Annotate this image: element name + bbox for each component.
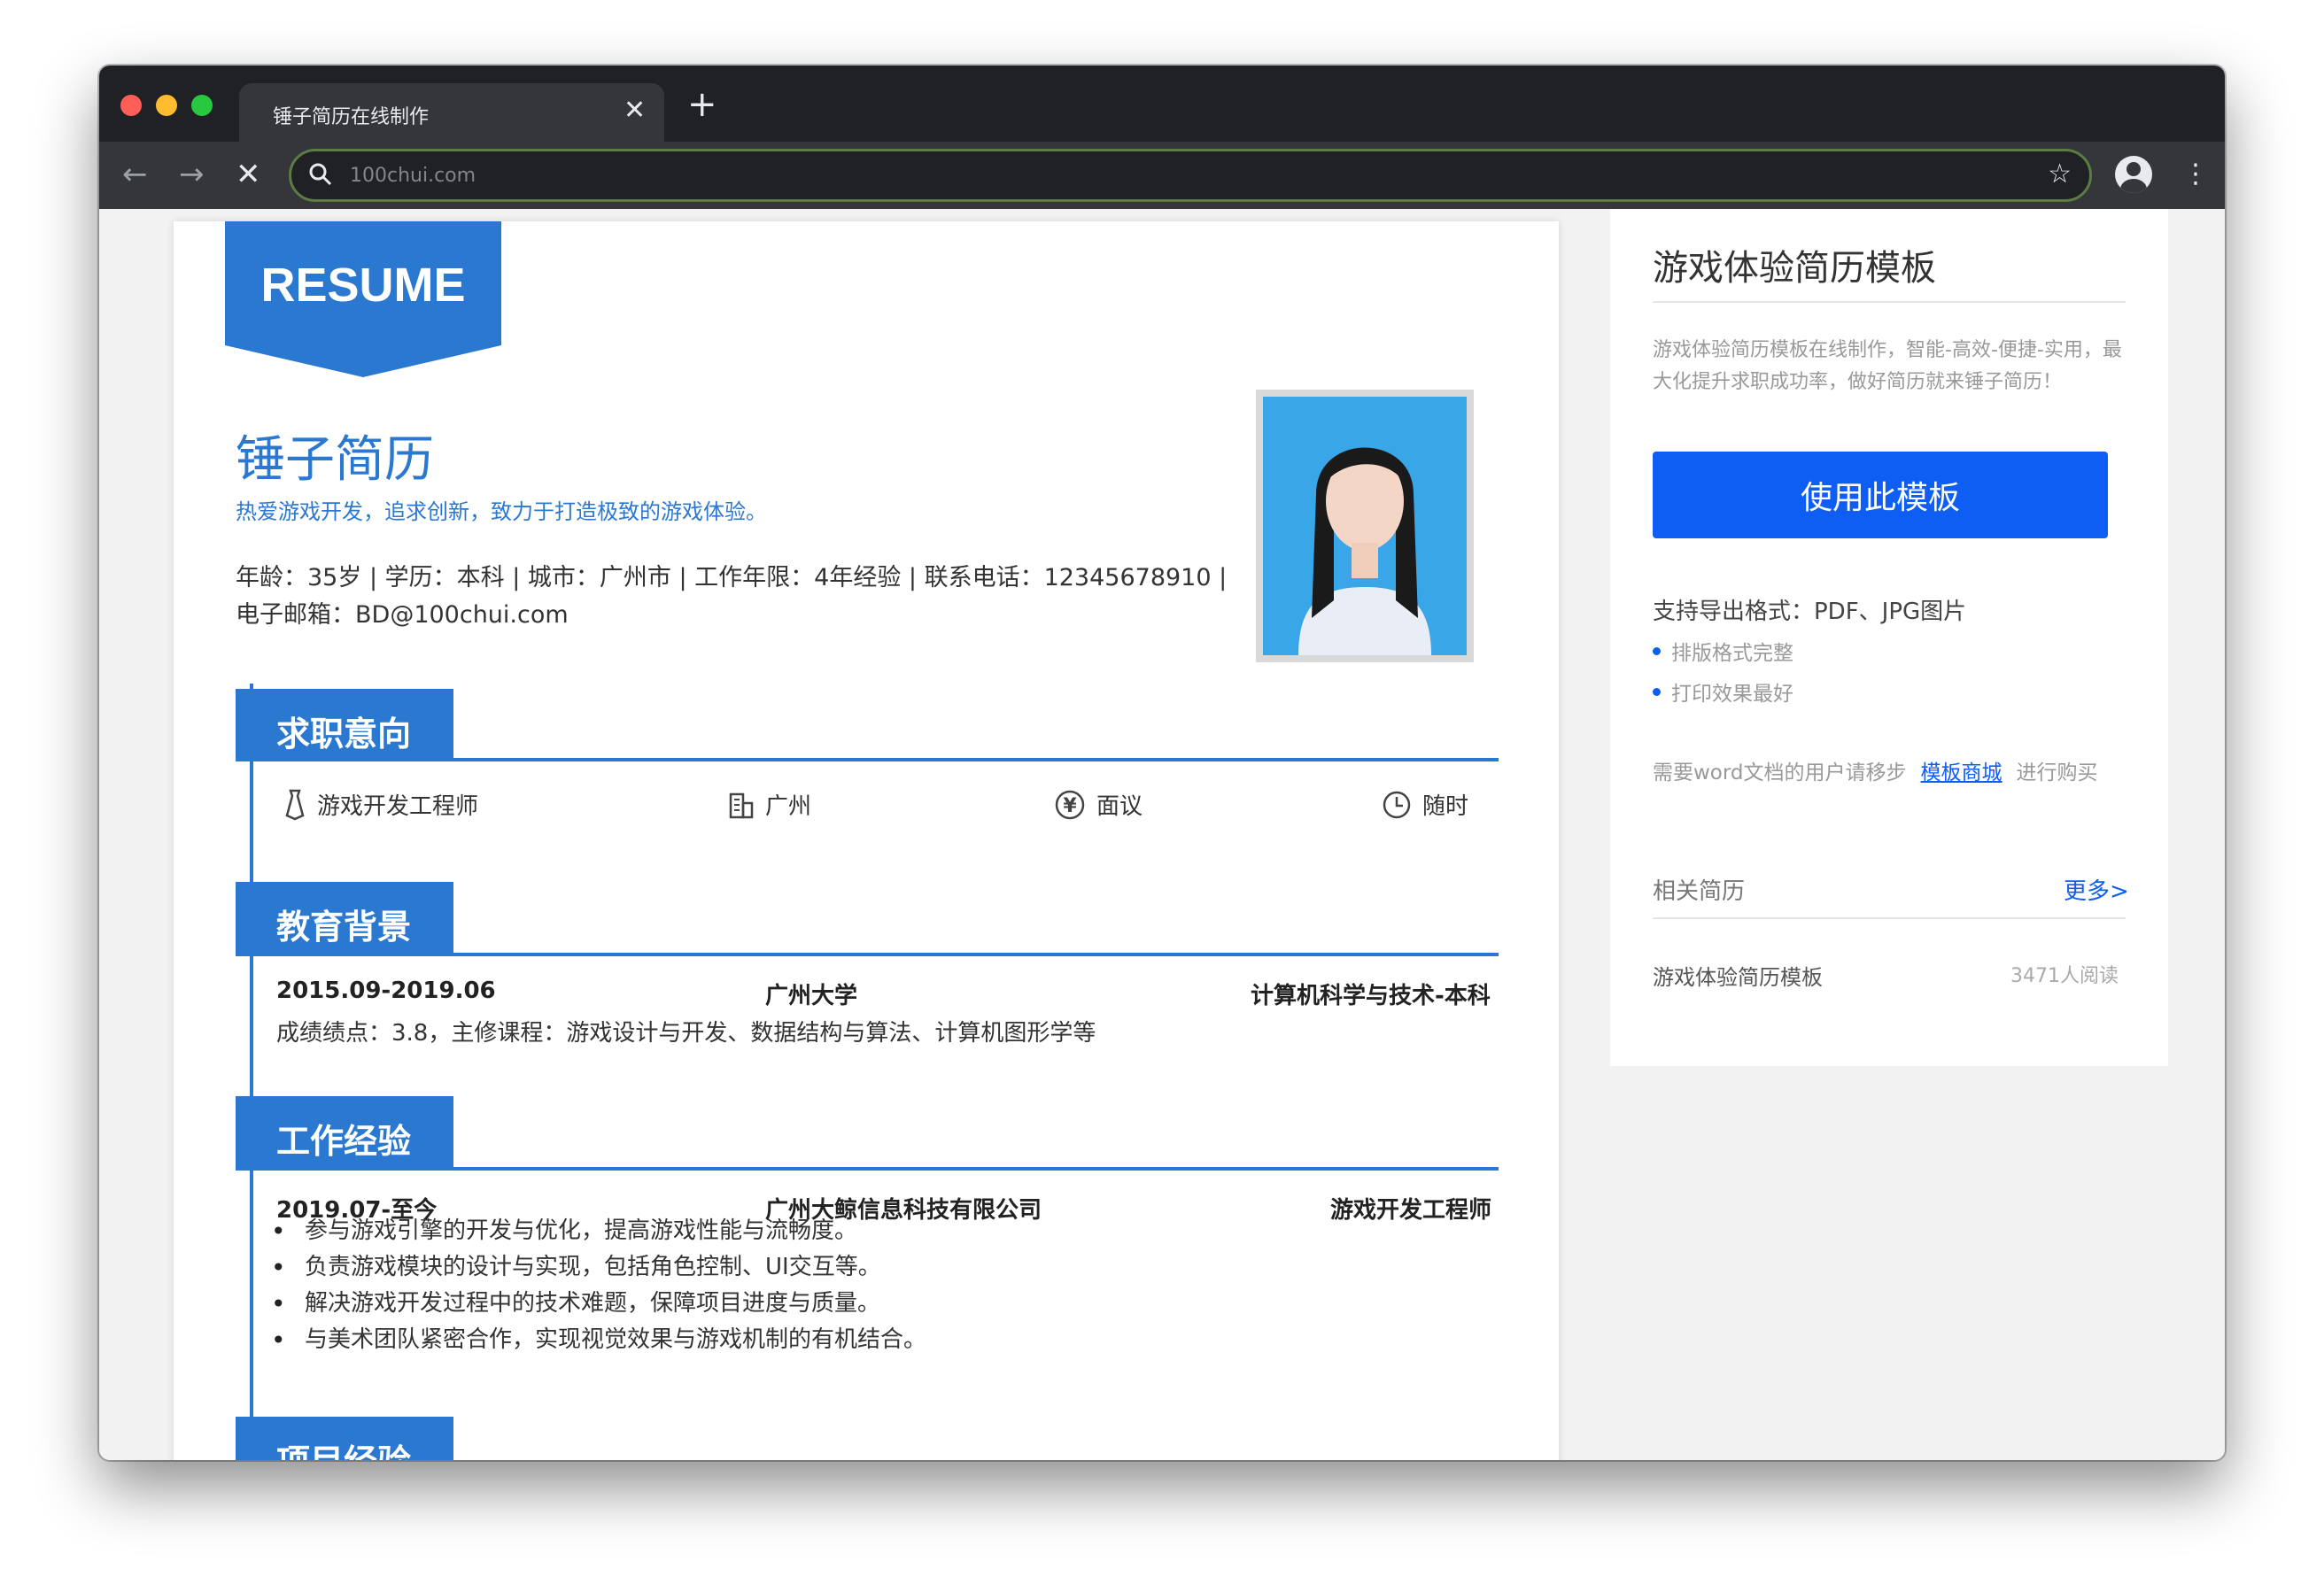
- title-bar: 锤子简历在线制作 ✕ +: [99, 66, 2225, 142]
- personal-info: 年龄：35岁 | 学历：本科 | 城市：广州市 | 工作年限：4年经验 | 联系…: [236, 560, 1254, 634]
- yen-icon: ¥: [1055, 790, 1085, 819]
- resume-badge: RESUME: [225, 221, 501, 377]
- browser-window: 锤子简历在线制作 ✕ + ← → ✕ 100chui.com ☆ ⋮ RESUM…: [99, 66, 2225, 1460]
- bullet-dot-icon: [1653, 646, 1661, 655]
- section-title-intent: 求职意向: [236, 689, 453, 761]
- related-item-reads: 3471人阅读: [2010, 965, 2119, 987]
- related-resumes-label: 相关简历: [1653, 878, 1746, 905]
- timeline-line: [250, 684, 253, 1460]
- word-notice-suffix: 进行购买: [2016, 761, 2098, 784]
- export-formats: 支持导出格式：PDF、JPG图片: [1653, 599, 1967, 625]
- tie-icon: [285, 789, 305, 820]
- section-rule-education: [236, 953, 1499, 956]
- feature-text: 排版格式完整: [1671, 642, 1793, 665]
- intent-position-text: 游戏开发工程师: [317, 793, 479, 820]
- template-store-link[interactable]: 模板商城: [1921, 761, 2003, 784]
- profile-body-shape: [2120, 179, 2147, 193]
- bullet-dot-icon: [1653, 687, 1661, 696]
- address-bar[interactable]: 100chui.com ☆: [289, 149, 2092, 202]
- more-link[interactable]: 更多>: [2064, 873, 2129, 906]
- svg-text:¥: ¥: [1063, 795, 1077, 817]
- profile-photo: [1256, 390, 1474, 662]
- related-divider: [1653, 917, 2126, 919]
- building-icon: [729, 792, 754, 818]
- sidebar-divider: [1653, 301, 2126, 303]
- search-icon: [309, 163, 332, 186]
- maximize-window-button[interactable]: [191, 95, 213, 116]
- intent-city-text: 广州: [765, 793, 812, 820]
- education-school: 广州大学: [765, 983, 858, 1009]
- page-viewport: RESUME 锤子简历 热爱游戏开发，追求创新，致力于打造极致的游戏体验。 年龄…: [99, 209, 2225, 1460]
- resume-badge-text: RESUME: [260, 259, 465, 312]
- template-title: 游戏体验简历模板: [1653, 248, 1936, 289]
- resume-preview: RESUME 锤子简历 热爱游戏开发，追求创新，致力于打造极致的游戏体验。 年龄…: [174, 221, 1559, 1460]
- use-template-button[interactable]: 使用此模板: [1653, 452, 2108, 538]
- section-title-project: 项目经验: [236, 1417, 453, 1460]
- intent-availability-text: 随时: [1422, 793, 1469, 820]
- education-detail: 成绩绩点：3.8，主修课程：游戏设计与开发、数据结构与算法、计算机图形学等: [276, 1020, 1096, 1047]
- profile-avatar-icon[interactable]: [2115, 156, 2152, 193]
- word-notice-prefix: 需要word文档的用户请移步: [1653, 761, 1907, 784]
- browser-toolbar: ← → ✕ 100chui.com ☆ ⋮: [99, 142, 2225, 209]
- section-rule-intent: [236, 758, 1499, 761]
- intent-salary: ¥ 面议: [1054, 788, 1143, 821]
- work-bullet: 解决游戏开发过程中的技术难题，保障项目进度与质量。: [271, 1286, 926, 1322]
- work-bullet: 与美术团队紧密合作，实现视觉效果与游戏机制的有机结合。: [271, 1322, 926, 1358]
- browser-tab[interactable]: 锤子简历在线制作 ✕: [239, 83, 664, 142]
- template-description: 游戏体验简历模板在线制作，智能-高效-便捷-实用，最大化提升求职成功率，做好简历…: [1653, 339, 2122, 393]
- education-period: 2015.09-2019.06: [276, 978, 496, 1004]
- portrait-image: [1263, 397, 1467, 655]
- section-rule-work: [236, 1167, 1499, 1171]
- personal-info-line-1: 年龄：35岁 | 学历：本科 | 城市：广州市 | 工作年限：4年经验 | 联系…: [236, 564, 1228, 591]
- clock-icon: [1383, 791, 1411, 818]
- forward-arrow-icon[interactable]: →: [179, 158, 205, 191]
- intent-position: 游戏开发工程师: [283, 788, 478, 821]
- stop-loading-icon[interactable]: ✕: [236, 158, 261, 191]
- profile-head-shape: [2126, 162, 2141, 176]
- back-arrow-icon[interactable]: ←: [122, 158, 148, 191]
- work-title: 游戏开发工程师: [1330, 1197, 1492, 1224]
- minimize-window-button[interactable]: [156, 95, 177, 116]
- related-item-title[interactable]: 游戏体验简历模板: [1653, 960, 1823, 991]
- bookmark-star-icon[interactable]: ☆: [2048, 158, 2072, 189]
- close-window-button[interactable]: [120, 95, 142, 116]
- resume-name: 锤子简历: [236, 431, 434, 489]
- tab-title: 锤子简历在线制作: [273, 106, 430, 128]
- intent-city: 广州: [728, 788, 811, 821]
- tab-close-icon[interactable]: ✕: [624, 96, 646, 126]
- section-title-work: 工作经验: [236, 1096, 453, 1169]
- browser-menu-icon[interactable]: ⋮: [2182, 156, 2209, 193]
- intent-availability: 随时: [1382, 788, 1468, 821]
- intent-salary-text: 面议: [1096, 793, 1143, 820]
- work-bullets: 参与游戏引擎的开发与优化，提高游戏性能与流畅度。 负责游戏模块的设计与实现，包括…: [271, 1213, 926, 1358]
- new-tab-button[interactable]: +: [687, 87, 717, 122]
- section-title-education: 教育背景: [236, 882, 453, 954]
- url-text[interactable]: 100chui.com: [350, 165, 476, 187]
- education-major: 计算机科学与技术-本科: [1251, 983, 1491, 1009]
- personal-info-line-2: 电子邮箱：BD@100chui.com: [236, 601, 569, 629]
- template-sidebar: 游戏体验简历模板 游戏体验简历模板在线制作，智能-高效-便捷-实用，最大化提升求…: [1610, 209, 2168, 1066]
- feature-item: 打印效果最好: [1653, 676, 1793, 707]
- resume-slogan: 热爱游戏开发，追求创新，致力于打造极致的游戏体验。: [236, 499, 767, 524]
- feature-item: 排版格式完整: [1653, 636, 1793, 666]
- feature-text: 打印效果最好: [1671, 683, 1793, 706]
- work-bullet: 负责游戏模块的设计与实现，包括角色控制、UI交互等。: [271, 1249, 926, 1286]
- work-bullet: 参与游戏引擎的开发与优化，提高游戏性能与流畅度。: [271, 1213, 926, 1249]
- word-notice: 需要word文档的用户请移步 模板商城 进行购买: [1653, 755, 2098, 785]
